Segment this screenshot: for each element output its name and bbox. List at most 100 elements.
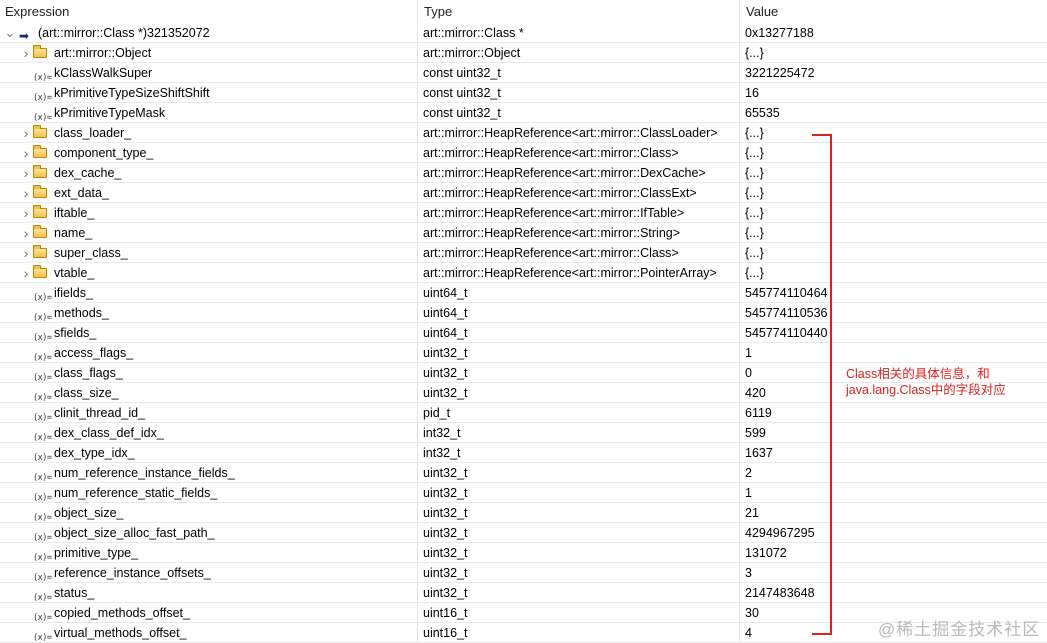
tree-row[interactable]: (x)= access_flags_ uint32_t 1 [0,343,1047,363]
value-cell[interactable]: 3 [745,563,1045,583]
expression-cell[interactable]: › iftable_ [0,203,414,223]
expression-cell[interactable]: (x)= methods_ [0,303,414,323]
tree-row[interactable]: (x)= kClassWalkSuper const uint32_t 3221225… [0,63,1047,83]
value-cell[interactable]: {...} [745,263,1045,283]
value-cell[interactable]: 545774110440 [745,323,1045,343]
value-cell[interactable]: 65535 [745,103,1045,123]
tree-row[interactable]: › ext_data_ art::mirror::HeapReference<art… [0,183,1047,203]
value-cell[interactable]: 0x13277188 [745,23,1045,43]
column-header-type[interactable]: Type [424,0,452,23]
tree-row[interactable]: (x)= kPrimitiveTypeSizeShiftShift const ui… [0,83,1047,103]
tree-row[interactable]: (x)= sfields_ uint64_t 545774110440 [0,323,1047,343]
value-cell[interactable]: 1 [745,343,1045,363]
chevron-right-icon[interactable]: › [20,243,32,263]
expression-cell[interactable]: ⌄ ➡ (art::mirror::Class *)321352072 [0,23,414,43]
value-cell[interactable]: 6119 [745,403,1045,423]
expression-cell[interactable]: (x)= copied_methods_offset_ [0,603,414,623]
value-cell[interactable]: 131072 [745,543,1045,563]
expression-cell[interactable]: › dex_cache_ [0,163,414,183]
value-cell[interactable]: 4294967295 [745,523,1045,543]
tree-row[interactable]: (x)= ifields_ uint64_t 545774110464 [0,283,1047,303]
value-cell[interactable]: 3221225472 [745,63,1045,83]
expression-cell[interactable]: › ext_data_ [0,183,414,203]
tree-row[interactable]: (x)= kPrimitiveTypeMask const uint32_t 6553… [0,103,1047,123]
chevron-down-icon[interactable]: ⌄ [4,23,16,43]
chevron-right-icon[interactable]: › [20,183,32,203]
expression-cell[interactable]: (x)= status_ [0,583,414,603]
tree-row[interactable]: (x)= dex_type_idx_ int32_t 1637 [0,443,1047,463]
value-cell[interactable]: {...} [745,183,1045,203]
expression-cell[interactable]: › super_class_ [0,243,414,263]
expression-cell[interactable]: (x)= clinit_thread_id_ [0,403,414,423]
expression-cell[interactable]: › class_loader_ [0,123,414,143]
value-cell[interactable]: {...} [745,223,1045,243]
chevron-right-icon[interactable]: › [20,163,32,183]
expression-cell[interactable]: (x)= dex_class_def_idx_ [0,423,414,443]
tree-row[interactable]: (x)= clinit_thread_id_ pid_t 6119 [0,403,1047,423]
chevron-right-icon[interactable]: › [20,263,32,283]
value-cell[interactable]: 1 [745,483,1045,503]
annotation-bracket [812,134,832,635]
chevron-right-icon[interactable]: › [20,123,32,143]
expression-cell[interactable]: (x)= kPrimitiveTypeSizeShiftShift [0,83,414,103]
tree-row[interactable]: › vtable_ art::mirror::HeapReference<art::… [0,263,1047,283]
value-cell[interactable]: 545774110464 [745,283,1045,303]
value-cell[interactable]: 21 [745,503,1045,523]
tree-row[interactable]: (x)= object_size_ uint32_t 21 [0,503,1047,523]
tree-row[interactable]: › iftable_ art::mirror::HeapReference<art:… [0,203,1047,223]
value-cell[interactable]: 599 [745,423,1045,443]
expression-cell[interactable]: › name_ [0,223,414,243]
chevron-right-icon[interactable]: › [20,223,32,243]
tree-row[interactable]: (x)= status_ uint32_t 2147483648 [0,583,1047,603]
column-header-expression[interactable]: Expression [5,0,69,23]
tree-row[interactable]: (x)= reference_instance_offsets_ uint32_t 3 [0,563,1047,583]
expression-cell[interactable]: (x)= num_reference_instance_fields_ [0,463,414,483]
expression-cell[interactable]: (x)= object_size_alloc_fast_path_ [0,523,414,543]
expression-name: ext_data_ [54,186,109,200]
tree-row[interactable]: (x)= num_reference_instance_fields_ uint32… [0,463,1047,483]
value-cell[interactable]: {...} [745,163,1045,183]
tree-row[interactable]: (x)= methods_ uint64_t 545774110536 [0,303,1047,323]
tree-row[interactable]: (x)= num_reference_static_fields_ uint32_t… [0,483,1047,503]
expression-cell[interactable]: (x)= ifields_ [0,283,414,303]
expression-cell[interactable]: (x)= kClassWalkSuper [0,63,414,83]
value-cell[interactable]: 16 [745,83,1045,103]
chevron-right-icon[interactable]: › [20,143,32,163]
tree-row[interactable]: › art::mirror::Object art::mirror::Object {… [0,43,1047,63]
expression-cell[interactable]: (x)= access_flags_ [0,343,414,363]
expression-cell[interactable]: (x)= reference_instance_offsets_ [0,563,414,583]
value-cell[interactable]: 2147483648 [745,583,1045,603]
tree-row[interactable]: › name_ art::mirror::HeapReference<art::mi… [0,223,1047,243]
tree-row[interactable]: (x)= primitive_type_ uint32_t 131072 [0,543,1047,563]
expression-cell[interactable]: (x)= kPrimitiveTypeMask [0,103,414,123]
value-cell[interactable]: {...} [745,243,1045,263]
expression-cell[interactable]: (x)= virtual_methods_offset_ [0,623,414,643]
value-cell[interactable]: {...} [745,123,1045,143]
expression-cell[interactable]: (x)= sfields_ [0,323,414,343]
tree-row[interactable]: (x)= dex_class_def_idx_ int32_t 599 [0,423,1047,443]
value-cell[interactable]: 1637 [745,443,1045,463]
value-cell[interactable]: {...} [745,143,1045,163]
chevron-right-icon[interactable]: › [20,203,32,223]
value-cell[interactable]: 545774110536 [745,303,1045,323]
expression-cell[interactable]: (x)= class_flags_ [0,363,414,383]
expression-cell[interactable]: › vtable_ [0,263,414,283]
expression-cell[interactable]: (x)= class_size_ [0,383,414,403]
tree-row[interactable]: › dex_cache_ art::mirror::HeapReference<ar… [0,163,1047,183]
chevron-right-icon[interactable]: › [20,43,32,63]
tree-row[interactable]: ⌄ ➡ (art::mirror::Class *)321352072 art::mi… [0,23,1047,43]
expression-cell[interactable]: › component_type_ [0,143,414,163]
value-cell[interactable]: {...} [745,43,1045,63]
expression-cell[interactable]: (x)= dex_type_idx_ [0,443,414,463]
tree-row[interactable]: › super_class_ art::mirror::HeapReference<… [0,243,1047,263]
value-cell[interactable]: 2 [745,463,1045,483]
expression-cell[interactable]: › art::mirror::Object [0,43,414,63]
expression-cell[interactable]: (x)= primitive_type_ [0,543,414,563]
expression-cell[interactable]: (x)= num_reference_static_fields_ [0,483,414,503]
expression-cell[interactable]: (x)= object_size_ [0,503,414,523]
tree-row[interactable]: › class_loader_ art::mirror::HeapReference… [0,123,1047,143]
column-header-value[interactable]: Value [746,0,778,23]
tree-row[interactable]: › component_type_ art::mirror::HeapReferen… [0,143,1047,163]
tree-row[interactable]: (x)= object_size_alloc_fast_path_ uint32_t… [0,523,1047,543]
value-cell[interactable]: {...} [745,203,1045,223]
